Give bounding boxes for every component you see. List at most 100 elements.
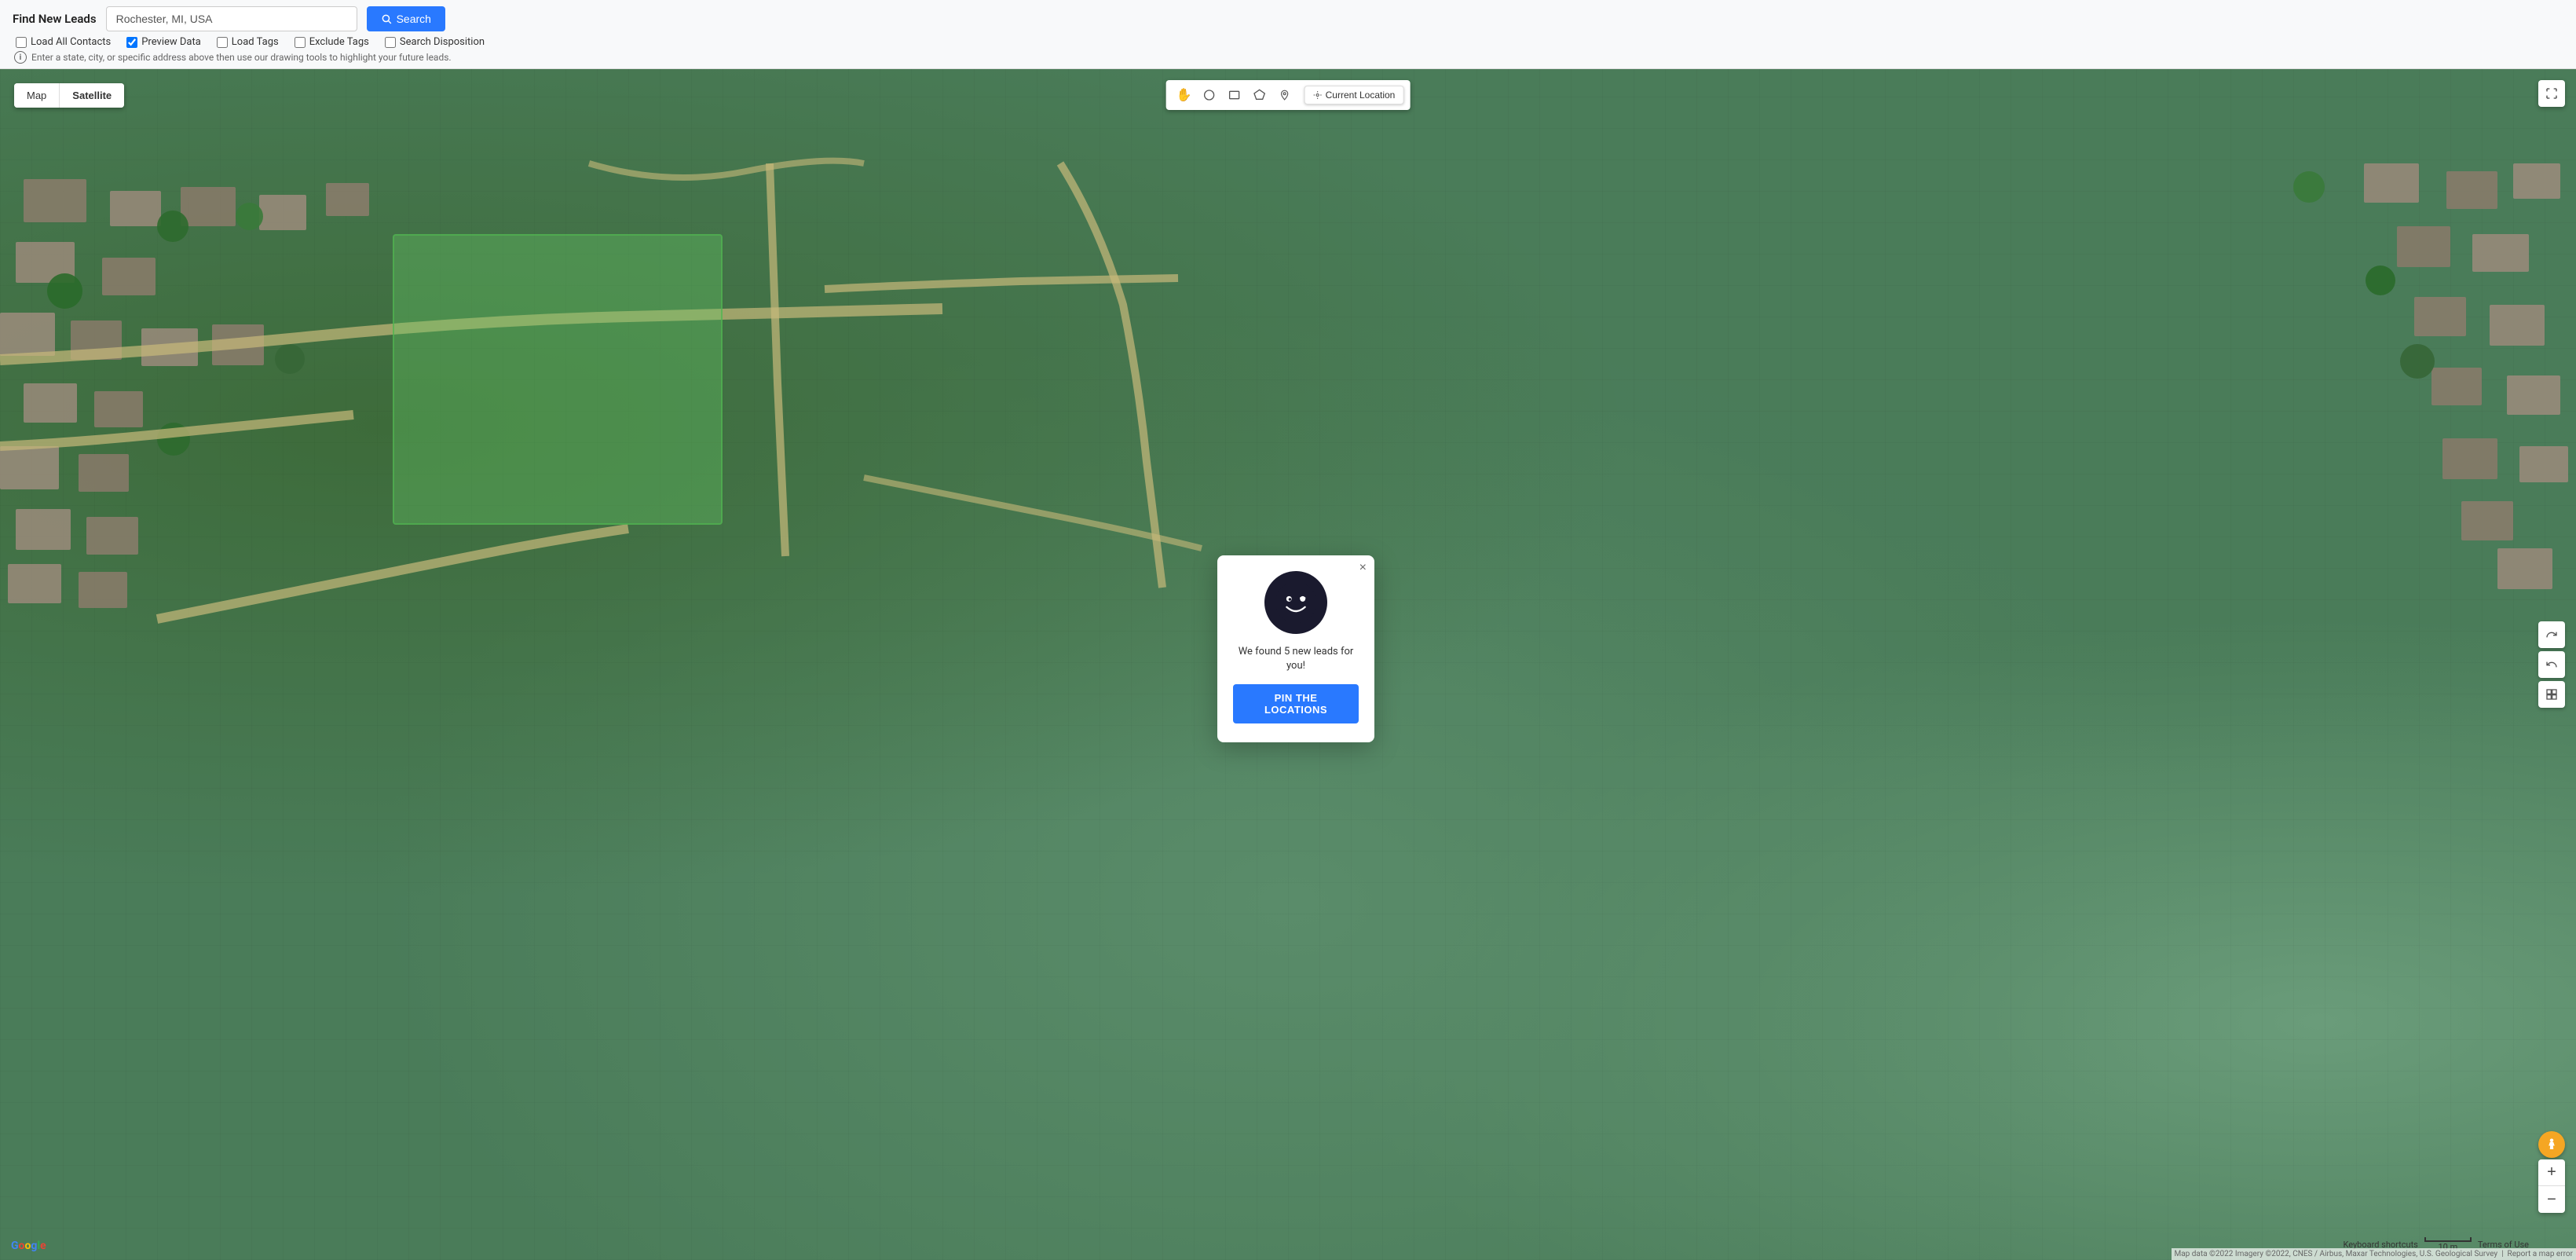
polygon-tool-button[interactable] (1248, 83, 1272, 107)
search-button[interactable]: Search (367, 6, 445, 31)
building-block (110, 191, 161, 226)
modal-icon (1264, 571, 1327, 634)
modal-close-button[interactable]: × (1359, 562, 1367, 574)
person-icon (2545, 1137, 2559, 1152)
pin-icon (1279, 89, 1290, 101)
option-search-disposition[interactable]: Search Disposition (385, 36, 485, 48)
undo-button[interactable] (2538, 651, 2565, 678)
info-icon: i (14, 51, 27, 64)
undo-icon (2545, 658, 2558, 671)
google-logo: Google (11, 1240, 46, 1252)
modal-message: We found 5 new leads for you! (1233, 645, 1359, 673)
building-block (79, 572, 127, 608)
redo-icon (2545, 628, 2558, 641)
load-all-contacts-checkbox[interactable] (16, 37, 27, 48)
redo-button[interactable] (2538, 621, 2565, 648)
location-icon (1313, 90, 1323, 100)
map-type-controls: Map Satellite (14, 83, 124, 108)
rectangle-tool-button[interactable] (1223, 83, 1246, 107)
circle-icon (1203, 89, 1216, 101)
layers-button[interactable] (2538, 681, 2565, 708)
report-error-link[interactable]: Report a map error (2508, 1250, 2573, 1258)
current-location-button[interactable]: Current Location (1304, 86, 1404, 104)
building-block (2507, 375, 2560, 415)
option-preview-data[interactable]: Preview Data (126, 36, 201, 48)
building-block (102, 258, 156, 295)
tree (47, 273, 82, 309)
hand-tool-button[interactable]: ✋ (1173, 83, 1196, 107)
building-block (24, 179, 86, 222)
zoom-in-button[interactable]: + (2538, 1159, 2565, 1186)
tree (2366, 266, 2395, 295)
building-block (259, 195, 306, 230)
building-block (2490, 305, 2545, 346)
leads-modal: × We found 5 new leads for you! (1217, 555, 1374, 742)
tree (2400, 344, 2435, 379)
search-icon (381, 13, 392, 24)
building-block (8, 564, 61, 603)
building-block (2472, 234, 2529, 272)
hint-text: Enter a state, city, or specific address… (31, 52, 452, 63)
building-block (2364, 163, 2419, 203)
top-bar: Find New Leads Search Load All Contacts … (0, 0, 2576, 69)
building-block (94, 391, 143, 427)
building-block (212, 324, 264, 365)
polygon-icon (1253, 89, 1266, 101)
map-type-satellite-button[interactable]: Satellite (60, 83, 124, 108)
option-load-tags[interactable]: Load Tags (217, 36, 279, 48)
option-exclude-tags[interactable]: Exclude Tags (295, 36, 369, 48)
building-block (2497, 548, 2552, 589)
preview-data-checkbox[interactable] (126, 37, 137, 48)
smiley-icon (1273, 580, 1319, 625)
fullscreen-icon (2545, 87, 2558, 100)
building-block (2414, 297, 2466, 336)
building-block (2519, 446, 2568, 482)
circle-tool-button[interactable] (1198, 83, 1221, 107)
building-block (2461, 501, 2513, 540)
search-input[interactable] (107, 7, 357, 31)
fullscreen-button[interactable] (2538, 80, 2565, 107)
building-block (0, 446, 59, 489)
tree (236, 203, 263, 230)
page-title: Find New Leads (13, 12, 97, 26)
search-disposition-checkbox[interactable] (385, 37, 396, 48)
zoom-out-button[interactable]: − (2538, 1186, 2565, 1213)
building-block (86, 517, 138, 555)
load-all-contacts-label[interactable]: Load All Contacts (31, 36, 111, 48)
zoom-controls: + − (2538, 1159, 2565, 1213)
rectangle-icon (1228, 89, 1241, 101)
building-block (2513, 163, 2560, 199)
tree (157, 211, 188, 242)
building-block (326, 183, 369, 216)
building-block (24, 383, 77, 423)
preview-data-label[interactable]: Preview Data (141, 36, 201, 48)
tree (275, 344, 305, 374)
tree (157, 423, 190, 456)
building-block (2446, 171, 2497, 209)
building-block (0, 313, 55, 356)
right-controls (2538, 621, 2565, 708)
building-block (79, 454, 129, 492)
map-toolbar: ✋ Current Location (1166, 80, 1411, 110)
option-load-all-contacts[interactable]: Load All Contacts (16, 36, 111, 48)
options-row: Load All Contacts Preview Data Load Tags… (13, 36, 2563, 48)
map-container[interactable]: Map Satellite ✋ Current Location (0, 69, 2576, 1260)
hand-icon: ✋ (1176, 87, 1192, 103)
map-type-map-button[interactable]: Map (14, 83, 60, 108)
building-block (2442, 438, 2497, 479)
building-block (16, 509, 71, 550)
building-block (2431, 368, 2482, 405)
search-input-wrapper (106, 6, 357, 31)
load-tags-label[interactable]: Load Tags (232, 36, 279, 48)
pin-tool-button[interactable] (1273, 83, 1297, 107)
building-block (71, 320, 122, 360)
search-disposition-label[interactable]: Search Disposition (400, 36, 485, 48)
pegman-button[interactable] (2538, 1131, 2565, 1158)
exclude-tags-checkbox[interactable] (295, 37, 306, 48)
current-location-label: Current Location (1326, 90, 1396, 101)
exclude-tags-label[interactable]: Exclude Tags (309, 36, 369, 48)
map-attribution: Map data ©2022 Imagery ©2022, CNES / Air… (2172, 1248, 2576, 1260)
load-tags-checkbox[interactable] (217, 37, 228, 48)
pin-locations-button[interactable]: PIN THE LOCATIONS (1233, 684, 1359, 723)
building-block (141, 328, 198, 366)
